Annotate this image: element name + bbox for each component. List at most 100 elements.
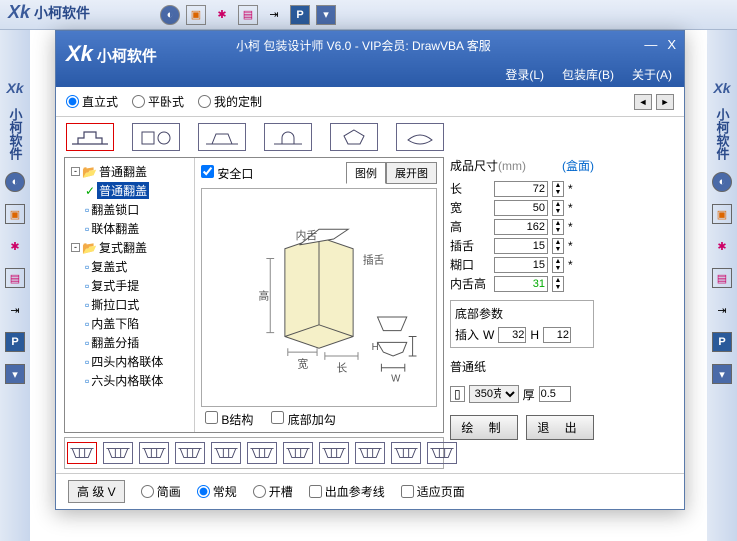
bg-brand-logo: Xk小柯软件 (8, 2, 90, 23)
tree-node[interactable]: ▫撕拉口式 (67, 295, 192, 314)
paper-weight-select[interactable]: 350克 (469, 385, 519, 403)
arrow-icon[interactable]: ⇥ (5, 300, 25, 320)
dim-input-4[interactable] (494, 257, 548, 273)
bottom-shape-7[interactable] (319, 442, 349, 464)
preview-canvas: 内舌 插舌 高 宽 长 H W (201, 188, 437, 407)
dropdown-icon[interactable]: ▾ (5, 364, 25, 384)
bottom-shape-1[interactable] (103, 442, 133, 464)
render-normal[interactable]: 常规 (197, 483, 237, 500)
exit-button[interactable]: 退 出 (526, 415, 594, 440)
tree-node[interactable]: ▫复盖式 (67, 257, 192, 276)
tree-node[interactable]: ▫翻盖锁口 (67, 200, 192, 219)
window-icon[interactable]: ▤ (5, 268, 25, 288)
bottom-shape-4[interactable] (211, 442, 241, 464)
box-type-tree[interactable]: -📂普通翻盖✓普通翻盖▫翻盖锁口▫联体翻盖-📂复式翻盖▫复盖式▫复式手提▫撕拉口… (65, 158, 195, 432)
dim-input-0[interactable] (494, 181, 548, 197)
b-struct-checkbox[interactable]: B结构 (205, 411, 253, 428)
dropdown-icon[interactable]: ▾ (712, 364, 732, 384)
bottom-shape-6[interactable] (283, 442, 313, 464)
tree-node[interactable]: ▫内盖下陷 (67, 314, 192, 333)
window-title: 小柯 包装设计师 V6.0 - VIP会员: DrawVBA 客服 (236, 37, 491, 54)
view-face-link[interactable]: (盒面) (562, 157, 594, 174)
menu-login[interactable]: 登录(L) (505, 66, 544, 83)
asterisk-icon[interactable]: ✱ (212, 5, 232, 25)
minimize-button[interactable]: — (644, 37, 657, 52)
window-logo: Xk小柯软件 (66, 41, 157, 67)
fit-page-checkbox[interactable]: 适应页面 (401, 483, 465, 500)
draw-button[interactable]: 绘 制 (450, 415, 518, 440)
shape-box-f[interactable] (396, 123, 444, 151)
arrow-icon[interactable]: ⇥ (264, 5, 284, 25)
nav-next-button[interactable]: ► (656, 94, 674, 110)
shape-box-c[interactable] (198, 123, 246, 151)
globe-icon[interactable]: ◐ (5, 172, 25, 192)
square-icon[interactable]: ▣ (5, 204, 25, 224)
tree-node[interactable]: ▫四头内格联体 (67, 352, 192, 371)
tree-node[interactable]: ▫复式手提 (67, 276, 192, 295)
side-logo-icon: Xk (6, 80, 23, 96)
p-icon[interactable]: P (712, 332, 732, 352)
dim-stepper[interactable]: ▲▼ (552, 257, 564, 273)
tree-node[interactable]: ✓普通翻盖 (67, 181, 192, 200)
bleed-checkbox[interactable]: 出血参考线 (309, 483, 385, 500)
square-icon[interactable]: ▣ (186, 5, 206, 25)
bottom-shape-8[interactable] (355, 442, 385, 464)
shape-box-e[interactable] (330, 123, 378, 151)
render-slot[interactable]: 开槽 (253, 483, 293, 500)
bottom-shape-0[interactable] (67, 442, 97, 464)
bottom-shape-5[interactable] (247, 442, 277, 464)
tree-node[interactable]: -📂普通翻盖 (67, 162, 192, 181)
window-icon[interactable]: ▤ (238, 5, 258, 25)
tree-node[interactable]: ▫六头内格联体 (67, 371, 192, 390)
paper-thick-input[interactable] (539, 386, 571, 402)
globe-icon[interactable]: ◐ (712, 172, 732, 192)
insert-h-input[interactable] (543, 327, 571, 343)
asterisk-icon[interactable]: ✱ (5, 236, 25, 256)
dim-input-3[interactable] (494, 238, 548, 254)
tab-unfold[interactable]: 展开图 (386, 162, 437, 184)
bottom-hook-checkbox[interactable]: 底部加勾 (271, 411, 335, 428)
bottom-bar: 高 级 V 简画 常规 开槽 出血参考线 适应页面 (56, 473, 684, 509)
tree-node[interactable]: ▫联体翻盖 (67, 219, 192, 238)
mode-upright[interactable]: 直立式 (66, 93, 118, 110)
dim-stepper[interactable]: ▲▼ (552, 219, 564, 235)
label-height: 高 (259, 289, 270, 302)
dim-stepper[interactable]: ▲▼ (552, 181, 564, 197)
insert-w-input[interactable] (498, 327, 526, 343)
menu-library[interactable]: 包装库(B) (562, 66, 614, 83)
asterisk-icon[interactable]: ✱ (712, 236, 732, 256)
shape-box-b[interactable] (132, 123, 180, 151)
render-simple[interactable]: 简画 (141, 483, 181, 500)
mode-flat[interactable]: 平卧式 (132, 93, 184, 110)
required-star: * (568, 239, 573, 253)
dim-input-2[interactable] (494, 219, 548, 235)
dim-stepper[interactable]: ▲▼ (552, 276, 564, 292)
dim-stepper[interactable]: ▲▼ (552, 200, 564, 216)
safe-checkbox[interactable]: 安全口 (201, 165, 253, 182)
dim-stepper[interactable]: ▲▼ (552, 238, 564, 254)
mode-custom[interactable]: 我的定制 (198, 93, 262, 110)
dim-input-5[interactable] (494, 276, 548, 292)
tree-node[interactable]: -📂复式翻盖 (67, 238, 192, 257)
menu-about[interactable]: 关于(A) (632, 66, 672, 83)
tree-node[interactable]: ▫翻盖分插 (67, 333, 192, 352)
p-icon[interactable]: P (5, 332, 25, 352)
p-icon[interactable]: P (290, 5, 310, 25)
label-inner: 内舌 (296, 229, 318, 242)
tab-diagram[interactable]: 图例 (346, 162, 386, 184)
dropdown-icon[interactable]: ▾ (316, 5, 336, 25)
shape-box-d[interactable] (264, 123, 312, 151)
required-star: * (568, 258, 573, 272)
bottom-shape-3[interactable] (175, 442, 205, 464)
bottom-shape-2[interactable] (139, 442, 169, 464)
close-button[interactable]: X (667, 37, 676, 52)
shape-box-a[interactable] (66, 123, 114, 151)
globe-icon[interactable]: ◐ (160, 5, 180, 25)
bottom-shape-9[interactable] (391, 442, 421, 464)
square-icon[interactable]: ▣ (712, 204, 732, 224)
arrow-icon[interactable]: ⇥ (712, 300, 732, 320)
advanced-button[interactable]: 高 级 V (68, 480, 125, 503)
nav-prev-button[interactable]: ◄ (634, 94, 652, 110)
dim-input-1[interactable] (494, 200, 548, 216)
window-icon[interactable]: ▤ (712, 268, 732, 288)
